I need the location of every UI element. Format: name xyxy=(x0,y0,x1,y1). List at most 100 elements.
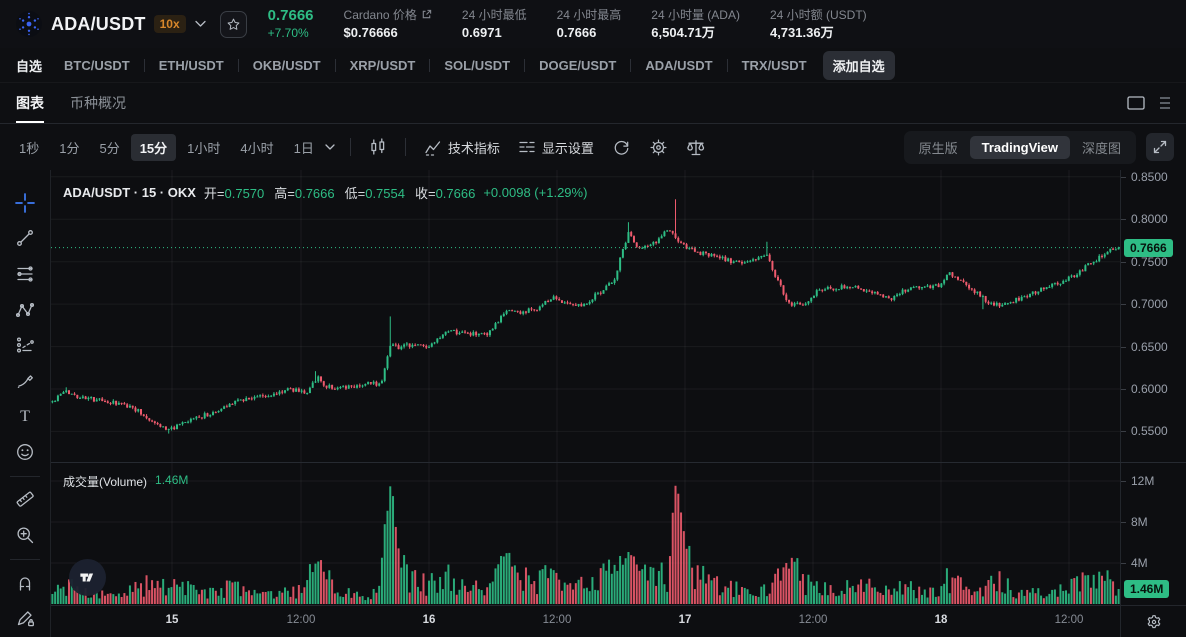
legend-ohlc-values: 开=0.7570高=0.7666低=0.7554收=0.7666 xyxy=(204,183,475,202)
axis-settings-gear-icon[interactable] xyxy=(1145,613,1163,631)
measure-tool-button[interactable] xyxy=(8,483,42,517)
chart-mode-switcher: 原生版TradingView深度图 xyxy=(904,131,1136,164)
interval-more-chevron-icon[interactable] xyxy=(325,144,335,151)
pair-item-ada-usdt[interactable]: ADA/USDT xyxy=(645,58,712,73)
watchlist-tab[interactable]: 自选 xyxy=(16,56,42,75)
ticker-change: +7.70% xyxy=(268,27,314,41)
pair-item-btc-usdt[interactable]: BTC/USDT xyxy=(64,58,130,73)
add-favorite-button[interactable]: 添加自选 xyxy=(823,51,895,80)
volume-tick-label: 4M xyxy=(1131,556,1148,570)
interval-button-1秒[interactable]: 1秒 xyxy=(10,134,48,161)
stat-value: 4,731.36万 xyxy=(770,25,867,41)
time-tick-label: 18 xyxy=(935,614,948,626)
stat-value: 0.6971 xyxy=(462,25,527,41)
replay-icon xyxy=(612,138,631,157)
brush-tool-button[interactable] xyxy=(8,364,42,398)
legend-change: +0.0098 (+1.29%) xyxy=(483,185,587,200)
trend-line-icon xyxy=(15,228,35,248)
pair-item-xrp-usdt[interactable]: XRP/USDT xyxy=(350,58,416,73)
volume-value: 1.46M xyxy=(155,473,188,490)
pane-divider[interactable] xyxy=(51,462,1186,463)
forecast-tool-button[interactable] xyxy=(8,328,42,362)
stat-item: 24 小时最低 0.6971 xyxy=(462,8,527,41)
interval-button-1日[interactable]: 1日 xyxy=(285,134,323,161)
mode-option-TradingView[interactable]: TradingView xyxy=(970,136,1070,159)
gear-icon xyxy=(649,138,668,157)
pair-separator xyxy=(238,59,239,72)
interval-button-5分[interactable]: 5分 xyxy=(90,134,128,161)
text-tool-button[interactable]: T xyxy=(8,399,42,433)
interval-button-1分[interactable]: 1分 xyxy=(50,134,88,161)
mode-option-深度图[interactable]: 深度图 xyxy=(1070,134,1133,161)
stat-value: 0.7666 xyxy=(557,25,622,41)
pencil-lock-icon xyxy=(15,608,35,628)
header: ADA/USDT 10x 0.7666 +7.70% Cardano 价格$0.… xyxy=(0,0,1186,48)
interval-button-1小时[interactable]: 1小时 xyxy=(178,134,229,161)
pair-item-eth-usdt[interactable]: ETH/USDT xyxy=(159,58,224,73)
time-axis[interactable]: 1512:001612:001712:001812:00 xyxy=(51,605,1120,637)
trend-line-tool-button[interactable] xyxy=(8,222,42,256)
pair-separator xyxy=(144,59,145,72)
interval-button-4小时[interactable]: 4小时 xyxy=(231,134,282,161)
magnet-tool-button[interactable] xyxy=(8,566,42,600)
favorite-star-button[interactable] xyxy=(220,11,247,38)
pairs-list: BTC/USDT ETH/USDT OKB/USDT XRP/USDT SOL/USDT… xyxy=(64,58,807,73)
time-tick-label: 15 xyxy=(166,614,179,626)
indicators-button[interactable]: 技术指标 xyxy=(424,138,500,157)
stat-label: Cardano 价格 xyxy=(344,8,432,22)
stat-value: $0.76666 xyxy=(344,25,432,41)
candlestick-chart xyxy=(51,170,1120,605)
magnifier-plus-icon xyxy=(15,525,35,545)
tab-chart[interactable]: 图表 xyxy=(16,83,44,123)
mode-option-原生版[interactable]: 原生版 xyxy=(907,134,970,161)
star-icon xyxy=(226,17,241,32)
fullscreen-button[interactable] xyxy=(1146,133,1174,161)
stat-label: 24 小时最低 xyxy=(462,8,527,22)
drawing-lock-tool-button[interactable] xyxy=(8,601,42,635)
pair-separator xyxy=(524,59,525,72)
drag-handle-icon[interactable] xyxy=(1160,95,1170,111)
pair-item-trx-usdt[interactable]: TRX/USDT xyxy=(742,58,807,73)
candlestick-icon xyxy=(369,138,387,156)
pair-item-okb-usdt[interactable]: OKB/USDT xyxy=(253,58,321,73)
chart-plot[interactable]: ADA/USDT · 15 · OKX 开=0.7570高=0.7666低=0.… xyxy=(51,170,1120,637)
watchlist-pairs-row: 自选 BTC/USDT ETH/USDT OKB/USDT XRP/USDT SOL/U… xyxy=(0,48,1186,83)
chart-mode-controls: 原生版TradingView深度图 xyxy=(904,131,1174,164)
last-volume-badge: 1.46M xyxy=(1124,580,1169,598)
expand-icon xyxy=(1153,140,1167,154)
pair-separator xyxy=(335,59,336,72)
xabcd-pattern-tool-button[interactable] xyxy=(8,293,42,327)
interval-button-15分[interactable]: 15分 xyxy=(131,134,176,161)
compare-scale-button[interactable] xyxy=(686,138,706,157)
chart-settings-button[interactable] xyxy=(649,138,668,157)
pair-item-doge-usdt[interactable]: DOGE/USDT xyxy=(539,58,616,73)
crosshair-tool-button[interactable] xyxy=(8,186,42,220)
display-settings-button[interactable]: 显示设置 xyxy=(518,138,594,157)
tab-coin-overview[interactable]: 币种概况 xyxy=(70,83,126,123)
external-link-icon[interactable] xyxy=(421,9,432,20)
toolbar-divider xyxy=(10,559,40,560)
stat-item: 24 小时额 (USDT) 4,731.36万 xyxy=(770,8,867,41)
tradingview-logo[interactable] xyxy=(69,559,106,596)
interval-group: 1秒1分5分15分1小时4小时1日 xyxy=(10,134,323,161)
chart-toolbar: 1秒1分5分15分1小时4小时1日 技术指标 显示设置 xyxy=(0,124,1186,170)
pair-title: ADA/USDT xyxy=(51,14,146,35)
pair-selector-chevron-icon[interactable] xyxy=(195,20,206,28)
price-tick-label: 0.6000 xyxy=(1131,382,1168,396)
xabcd-pattern-icon xyxy=(15,300,35,320)
emoji-tool-button[interactable] xyxy=(8,435,42,469)
candle-style-button[interactable] xyxy=(369,138,387,156)
stat-label: 24 小时额 (USDT) xyxy=(770,8,867,22)
ohlc-legend: ADA/USDT · 15 · OKX 开=0.7570高=0.7666低=0.… xyxy=(63,183,587,202)
price-tick-label: 0.8000 xyxy=(1131,212,1168,226)
pair-item-sol-usdt[interactable]: SOL/USDT xyxy=(444,58,510,73)
replay-button[interactable] xyxy=(612,138,631,157)
fib-retracement-tool-button[interactable] xyxy=(8,257,42,291)
time-tick-label: 12:00 xyxy=(1055,614,1084,626)
layout-window-icon[interactable] xyxy=(1126,95,1146,111)
zoom-in-tool-button[interactable] xyxy=(8,518,42,552)
price-axis[interactable]: 0.7666 1.46M 0.85000.80000.75000.70000.6… xyxy=(1120,170,1186,637)
price-tick-label: 0.5500 xyxy=(1131,424,1168,438)
volume-legend: 成交量(Volume) 1.46M xyxy=(63,473,188,490)
stat-value: 6,504.71万 xyxy=(651,25,740,41)
